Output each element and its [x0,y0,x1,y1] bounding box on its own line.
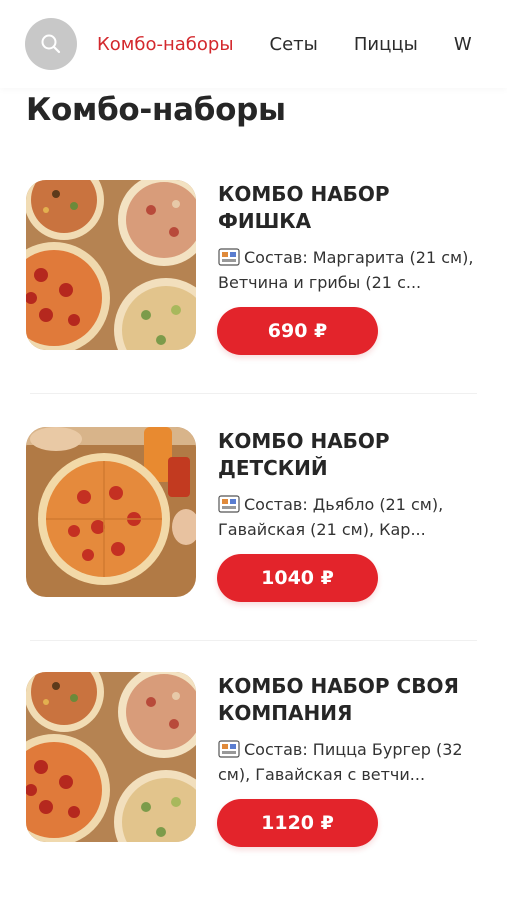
menu-card-icon [218,740,240,758]
product-description-text: Состав: Дьябло (21 см), Гавайская (21 см… [218,495,444,539]
nav-item-combo[interactable]: Комбо-наборы [97,34,234,55]
pizza-set-image [26,180,196,350]
product-card[interactable]: КОМБО НАБОР СВОЯ КОМПАНИЯ Состав: Пицца … [0,662,507,908]
price-button[interactable]: 1040 ₽ [217,554,378,602]
product-description-text: Состав: Маргарита (21 см), Ветчина и гри… [218,248,474,292]
page-title: Комбо-наборы [26,92,286,128]
nav-item-sets[interactable]: Сеты [270,34,318,55]
price-button[interactable]: 1120 ₽ [217,799,378,847]
search-button[interactable] [25,18,77,70]
product-description: Состав: Дьябло (21 см), Гавайская (21 см… [218,492,488,542]
product-description-text: Состав: Пицца Бургер (32 см), Гавайская … [218,740,463,784]
product-card[interactable]: КОМБО НАБОР ФИШКА Состав: Маргарита (21 … [0,170,507,416]
product-description: Состав: Маргарита (21 см), Ветчина и гри… [218,245,488,295]
product-title: КОМБО НАБОР ФИШКА [218,182,390,233]
nav-item-pizzas[interactable]: Пиццы [354,34,418,55]
product-card[interactable]: КОМБО НАБОР ДЕТСКИЙ Состав: Дьябло (21 с… [0,417,507,663]
divider [30,640,477,641]
pizza-set-image [26,672,196,842]
product-description: Состав: Пицца Бургер (32 см), Гавайская … [218,737,488,787]
category-nav: Комбо-наборы Сеты Пиццы W [97,34,507,55]
product-title: КОМБО НАБОР СВОЯ КОМПАНИЯ [218,674,459,725]
product-image[interactable] [26,672,196,842]
price-button[interactable]: 690 ₽ [217,307,378,355]
menu-card-icon [218,495,240,513]
menu-card-icon [218,248,240,266]
product-title: КОМБО НАБОР ДЕТСКИЙ [218,429,390,480]
nav-item-more[interactable]: W [454,34,472,55]
divider [30,393,477,394]
top-bar: Комбо-наборы Сеты Пиццы W [0,0,507,88]
product-image[interactable] [26,427,196,597]
search-icon [41,34,61,54]
pizza-on-table-image [26,427,196,597]
product-image[interactable] [26,180,196,350]
